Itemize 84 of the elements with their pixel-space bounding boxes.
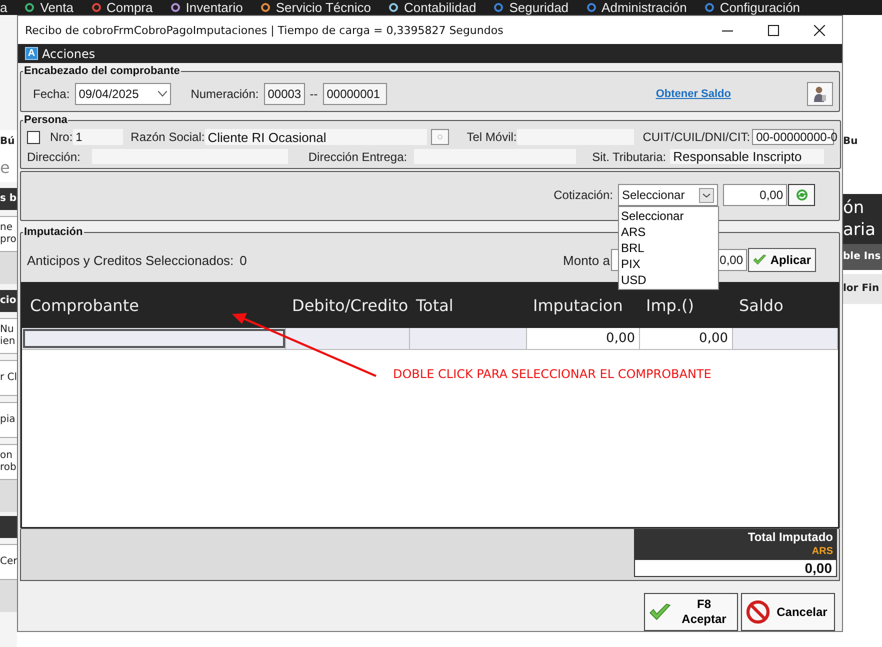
field-label: Numeración: [190,87,259,101]
column-header: Imputacion [532,295,624,317]
field-label: Fecha: [33,87,70,101]
amount-field[interactable]: 0,00 [723,184,787,206]
field-label: Razón Social: [130,130,205,144]
background-text: Nu ien [0,318,17,354]
chevron-icon [158,91,167,97]
checkmark-icon [753,254,766,266]
cancel-button[interactable]: Cancelar [741,593,835,631]
dropdown-option[interactable]: Seleccionar [621,208,716,224]
menu-item[interactable]: Seguridad [494,0,569,15]
window-title: Recibo de cobroFrmCobroPagoImputaciones | Tiempo de carga = 0,3395827 Segundos [25,24,504,36]
background-text: cio [0,290,17,312]
dropdown-option[interactable]: ARS [621,224,716,240]
column-header: Comprobante [29,295,140,317]
apply-button[interactable]: Aplicar [748,248,816,272]
group-title: Persona [23,114,68,126]
actions-menu[interactable]: Acciones [42,46,96,60]
date-picker[interactable]: 09/04/2025 [74,83,171,105]
background-text: ne pro [0,216,17,252]
no-entry-icon [746,600,770,624]
background-text: lor Fin [843,274,882,304]
input-field[interactable]: Cliente RI Ocasional [204,129,427,145]
dropdown-option[interactable]: USD [621,272,716,288]
annotation-text: DOBLE CLICK PARA SELECCIONAR EL COMPROBANTE [393,367,712,381]
background-text: e [0,154,17,182]
field-label: CUIT/CUIL/DNI/CIT: [642,130,750,144]
column-header: Imp.() [645,295,696,317]
background-text: ón aria [843,194,882,244]
menu-item[interactable]: Servicio Técnico [260,0,371,15]
table-cell[interactable] [22,328,286,349]
separator-text: -- [310,87,318,101]
checkmark-icon [649,603,671,621]
field-label: Cotización: [554,188,613,202]
menu-item[interactable]: Compra [92,0,153,15]
refresh-button[interactable] [788,184,815,206]
close-icon [814,24,824,36]
field-label: Sit. Tributaria: [592,150,666,164]
background-text: s b [0,188,17,210]
field-label: Dirección Entrega: [308,150,408,164]
person-button[interactable] [807,82,833,106]
input-field[interactable]: 00000001 [322,83,387,105]
menu-item[interactable]: Venta [25,0,74,15]
menu-item[interactable]: Administración [586,0,687,15]
background-text: ble Ins [843,244,882,270]
background-text: pia [0,402,17,438]
menu-item[interactable]: Configuración [704,0,800,15]
maximize-icon [768,24,778,36]
input-field[interactable]: 00003 [264,83,305,105]
dropdown-option[interactable]: PIX [621,256,716,272]
field-label: Tel Móvil: [466,130,517,144]
accept-button[interactable]: F8 Aceptar [644,593,738,631]
input-field[interactable]: 00-00000000-0 [752,129,834,145]
input-field[interactable]: Responsable Inscripto [670,149,824,164]
background-text: r Cl [0,360,17,396]
total-label: Total Imputado [634,529,837,545]
menu-item[interactable]: Inventario [170,0,243,15]
actions-icon: A [25,47,38,60]
total-value: 0,00 [634,559,837,577]
background-text: Cer [0,544,17,580]
chevron-icon [699,188,714,202]
field-label: Anticipos y Creditos Seleccionados: [27,252,234,268]
menu-item[interactable]: Contabilidad [388,0,476,15]
count-text: 0 [240,252,247,268]
column-header: Debito/Credito [291,295,410,317]
checkbox[interactable] [27,130,40,144]
input-field[interactable]: 1 [72,129,123,145]
balance-link[interactable]: Obtener Saldo [656,88,731,100]
search-button[interactable] [430,129,449,145]
menu-item[interactable]: a [0,0,8,15]
dropdown-option[interactable]: BRL [621,240,716,256]
group-title: Imputación [23,226,84,238]
column-header: Total [415,295,454,317]
field-label: Monto a [563,252,610,268]
person-icon [813,86,827,102]
column-header: Saldo [738,295,784,317]
field-label: Nro: [50,130,73,144]
group-title: Encabezado del comprobante [23,65,181,77]
currency-label: ARS [634,545,837,559]
circle-icon [436,134,443,140]
background-text: Bú [0,130,17,154]
field-label: Dirección: [27,150,80,164]
refresh-icon [796,189,808,201]
background-text: on rob [0,444,17,480]
